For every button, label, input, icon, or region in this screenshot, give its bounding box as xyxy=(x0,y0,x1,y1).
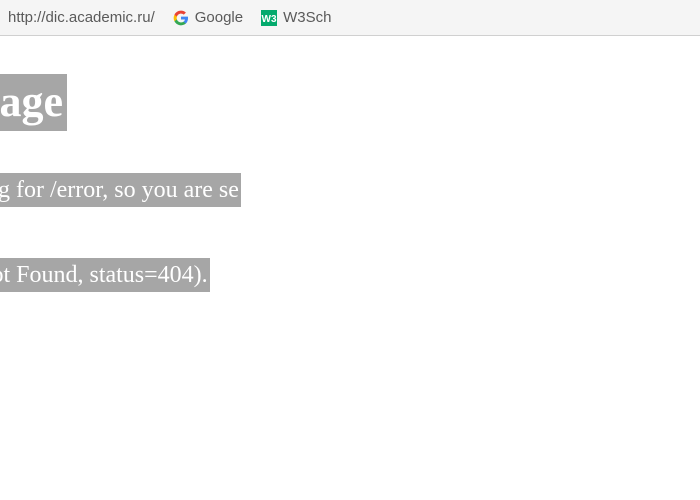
bookmark-google[interactable]: Google xyxy=(173,9,243,26)
svg-text:W3: W3 xyxy=(262,14,277,25)
google-icon xyxy=(173,10,189,26)
bookmark-label: W3Sch xyxy=(283,9,331,26)
error-message: o explicit mapping for /error, so you ar… xyxy=(0,173,241,207)
bookmark-label: http://dic.academic.ru/ xyxy=(8,9,155,26)
error-detail: ed error (type=Not Found, status=404). xyxy=(0,258,210,292)
error-page-content: l Error Page o explicit mapping for /err… xyxy=(0,36,700,292)
bookmarks-bar: http://dic.academic.ru/ Google W3 W3Sch xyxy=(0,0,700,36)
error-heading: l Error Page xyxy=(0,74,67,131)
bookmark-label: Google xyxy=(195,9,243,26)
w3-icon: W3 xyxy=(261,10,277,26)
bookmark-w3schools[interactable]: W3 W3Sch xyxy=(261,9,331,26)
bookmark-academic[interactable]: http://dic.academic.ru/ xyxy=(8,9,155,26)
